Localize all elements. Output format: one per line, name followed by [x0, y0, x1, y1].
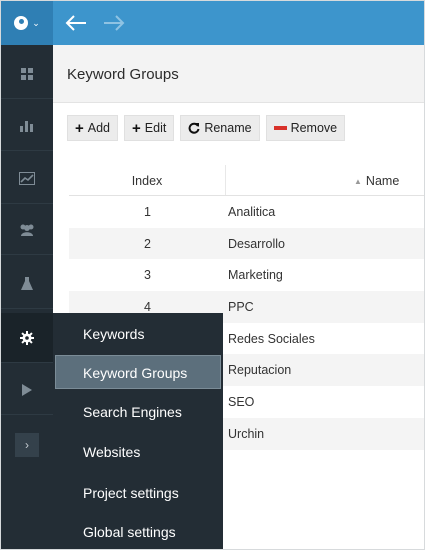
- app-window: ⌄ › Keyword Groups + Add + Edit Rename R…: [0, 0, 425, 550]
- remove-button-label: Remove: [290, 121, 338, 135]
- chevron-down-icon: ⌄: [32, 17, 40, 28]
- arrow-right-icon: [104, 15, 125, 31]
- menu-item-global-settings[interactable]: Global settings: [53, 515, 223, 549]
- gear-icon: [20, 330, 34, 345]
- menu-item-websites[interactable]: Websites: [53, 435, 223, 469]
- cell-index: 1: [144, 205, 151, 219]
- add-button[interactable]: + Add: [67, 115, 119, 141]
- sidebar-item-users[interactable]: [1, 205, 53, 255]
- cell-name: Urchin: [228, 426, 265, 441]
- cell-name: Marketing: [228, 268, 283, 283]
- edit-button-label: Edit: [144, 121, 167, 135]
- cell-name: Reputacion: [228, 363, 292, 378]
- minus-icon: [273, 126, 287, 130]
- table-row[interactable]: 2 Desarrollo: [69, 227, 424, 260]
- cell-name: PPC: [228, 300, 254, 315]
- icon-sidebar: ›: [1, 45, 53, 549]
- top-bar: ⌄: [1, 1, 424, 45]
- sidebar-item-dashboard[interactable]: [1, 49, 53, 99]
- sidebar-item-reports[interactable]: [1, 101, 53, 151]
- back-button[interactable]: [61, 9, 91, 37]
- cell-index: 2: [144, 236, 151, 251]
- plus-icon: +: [75, 119, 84, 137]
- cell-index: 3: [144, 268, 151, 283]
- sidebar-item-settings[interactable]: [1, 313, 53, 363]
- arrow-left-icon: [65, 15, 86, 31]
- cell-name: SEO: [228, 395, 255, 410]
- app-menu-button[interactable]: ⌄: [1, 1, 53, 45]
- sidebar-item-labs[interactable]: [1, 259, 53, 309]
- line-chart-icon: [19, 172, 35, 185]
- rename-button[interactable]: Rename: [180, 115, 260, 141]
- play-icon: [22, 383, 32, 396]
- expand-sidebar-button[interactable]: ›: [15, 433, 39, 457]
- menu-item-project-settings[interactable]: Project settings: [53, 476, 223, 510]
- flask-icon: [21, 277, 33, 290]
- globe-icon: [14, 16, 29, 30]
- table-row[interactable]: 1 Analitica: [69, 196, 424, 228]
- bar-chart-icon: [20, 120, 33, 132]
- menu-item-search-engines[interactable]: Search Engines: [53, 395, 223, 429]
- menu-item-keywords[interactable]: Keywords: [53, 317, 223, 351]
- forward-button[interactable]: [99, 9, 129, 37]
- rename-button-label: Rename: [204, 121, 252, 135]
- plus-icon: +: [132, 119, 141, 137]
- column-header-name[interactable]: ▲ Name: [226, 165, 424, 195]
- users-icon: [20, 224, 34, 236]
- cell-name: Desarrollo: [228, 236, 285, 251]
- cell-name: Redes Sociales: [228, 331, 315, 346]
- column-header-name-label: Name: [365, 174, 400, 188]
- edit-button[interactable]: + Edit: [124, 115, 175, 141]
- menu-item-keyword-groups[interactable]: Keyword Groups: [55, 355, 221, 389]
- toolbar: + Add + Edit Rename Remove: [67, 115, 346, 141]
- page-header: Keyword Groups: [53, 45, 424, 103]
- sidebar-item-trends[interactable]: [1, 154, 53, 204]
- remove-button[interactable]: Remove: [265, 115, 346, 141]
- settings-flyout-menu: Keywords Keyword Groups Search Engines W…: [53, 313, 223, 549]
- sidebar-item-run[interactable]: [1, 365, 53, 415]
- cell-name: Analitica: [228, 205, 276, 219]
- page-title: Keyword Groups: [67, 66, 179, 83]
- table-row[interactable]: 3 Marketing: [69, 259, 424, 291]
- dashboard-grid-icon: [21, 67, 33, 80]
- column-header-index[interactable]: Index: [69, 165, 226, 195]
- refresh-icon: [188, 122, 200, 134]
- sort-ascending-icon: ▲: [354, 177, 362, 186]
- table-header: Index ▲ Name: [69, 165, 424, 196]
- add-button-label: Add: [87, 121, 111, 135]
